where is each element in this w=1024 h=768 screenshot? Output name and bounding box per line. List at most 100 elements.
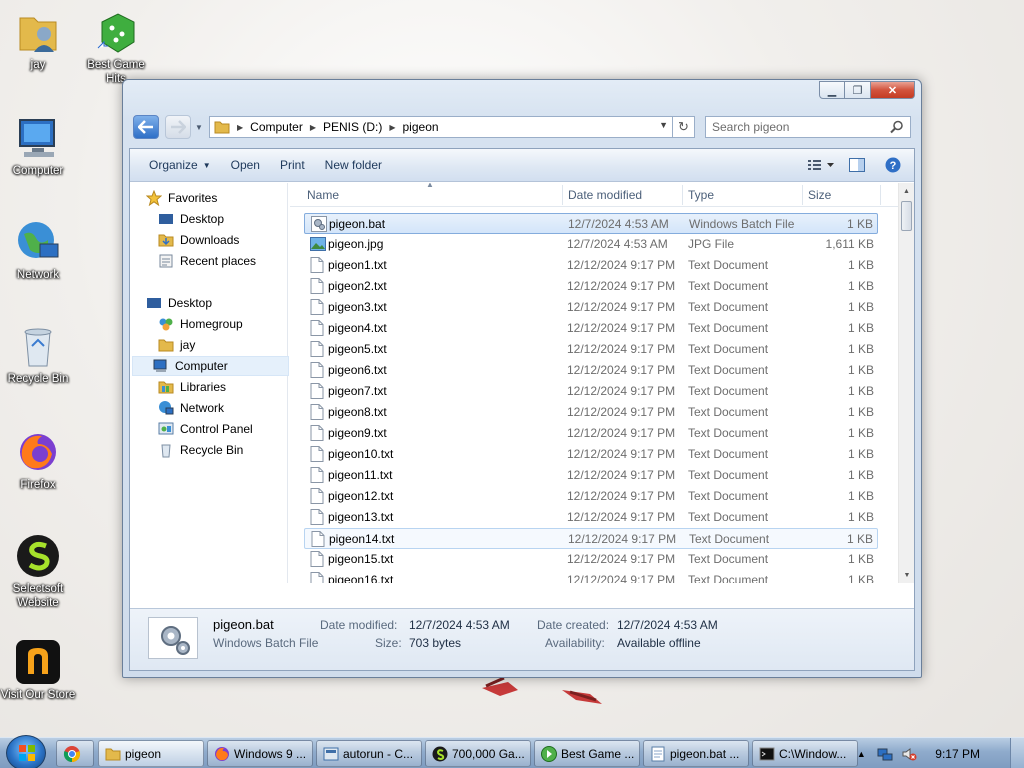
control-panel-icon: [158, 422, 174, 435]
file-row[interactable]: pigeon7.txt 12/12/2024 9:17 PM Text Docume…: [304, 381, 878, 402]
organize-button[interactable]: Organize ▼: [139, 153, 221, 177]
breadcrumb-computer[interactable]: Computer: [250, 120, 303, 134]
libraries-icon: [158, 381, 174, 394]
text-file-icon: [310, 446, 324, 462]
notepad-icon: [650, 746, 666, 762]
column-divider[interactable]: [682, 185, 683, 205]
network-tray-icon[interactable]: [877, 746, 893, 762]
file-row[interactable]: pigeon10.txt 12/12/2024 9:17 PM Text Docum…: [304, 444, 878, 465]
file-row[interactable]: pigeon1.txt 12/12/2024 9:17 PM Text Docume…: [304, 255, 878, 276]
address-bar[interactable]: ▶ Computer ▶ PENIS (D:) ▶ pigeon ▼: [209, 116, 673, 138]
start-button[interactable]: [6, 735, 46, 768]
computer-icon: [14, 114, 62, 162]
refresh-button[interactable]: ↻: [673, 116, 695, 138]
file-name: pigeon5.txt: [328, 342, 387, 356]
file-row[interactable]: pigeon3.txt 12/12/2024 9:17 PM Text Docume…: [304, 297, 878, 318]
file-row[interactable]: pigeon11.txt 12/12/2024 9:17 PM Text Docum…: [304, 465, 878, 486]
address-dropdown-icon[interactable]: ▼: [659, 120, 668, 130]
file-row[interactable]: pigeon6.txt 12/12/2024 9:17 PM Text Docume…: [304, 360, 878, 381]
file-size: 1 KB: [847, 468, 874, 482]
taskbar-button[interactable]: pigeon: [98, 740, 204, 767]
nav-favorites[interactable]: Favorites: [146, 188, 303, 208]
recent-pages-dropdown[interactable]: ▼: [195, 123, 207, 132]
file-row[interactable]: pigeon14.txt 12/12/2024 9:17 PM Text Docum…: [304, 528, 878, 549]
text-file-icon: [310, 509, 324, 525]
taskbar-button[interactable]: autorun - C...: [316, 740, 422, 767]
file-date-modified: 12/7/2024 4:53 AM: [567, 237, 668, 251]
clock[interactable]: 9:17 PM: [935, 747, 980, 761]
date-modified-value: 12/7/2024 4:53 AM: [409, 618, 510, 632]
column-divider[interactable]: [880, 185, 881, 205]
help-button[interactable]: ?: [880, 154, 906, 176]
taskbar-button[interactable]: C:\Window...: [752, 740, 858, 767]
file-size: 1 KB: [847, 300, 874, 314]
file-row[interactable]: pigeon12.txt 12/12/2024 9:17 PM Text Docum…: [304, 486, 878, 507]
file-row[interactable]: pigeon8.txt 12/12/2024 9:17 PM Text Docume…: [304, 402, 878, 423]
file-row[interactable]: pigeon.bat 12/7/2024 4:53 AM Windows Batch…: [304, 213, 878, 234]
column-header-date[interactable]: Date modified: [568, 188, 642, 202]
forward-button[interactable]: [165, 115, 191, 139]
show-desktop-button[interactable]: [1010, 738, 1024, 768]
nav-favorites-label: Favorites: [168, 191, 218, 205]
file-size: 1 KB: [847, 426, 874, 440]
volume-muted-icon[interactable]: [901, 746, 917, 762]
file-type: Text Document: [688, 384, 769, 398]
file-row[interactable]: pigeon.jpg 12/7/2024 4:53 AM JPG File 1,611…: [304, 234, 878, 255]
desktop-icon-firefox[interactable]: Firefox: [0, 428, 76, 492]
column-divider[interactable]: [802, 185, 803, 205]
taskbar-chrome-pin[interactable]: [56, 740, 94, 767]
desktop-icon-best-game-hits[interactable]: Best Game Hits: [78, 8, 154, 86]
show-hidden-icons-icon[interactable]: ▲: [853, 746, 869, 762]
column-header-name[interactable]: Name: [307, 188, 339, 202]
desktop-icon-recycle-bin[interactable]: Recycle Bin: [0, 322, 76, 386]
print-button[interactable]: Print: [270, 153, 315, 177]
taskbar-button[interactable]: Best Game ...: [534, 740, 640, 767]
scroll-up-icon[interactable]: ▲: [899, 183, 914, 199]
nav-desktop[interactable]: Desktop: [146, 293, 303, 313]
breadcrumb-drive[interactable]: PENIS (D:): [323, 120, 382, 134]
maximize-button[interactable]: ❐: [845, 81, 871, 99]
file-date-modified: 12/12/2024 9:17 PM: [567, 468, 676, 482]
date-created-value: 12/7/2024 4:53 AM: [617, 618, 718, 632]
scroll-thumb[interactable]: [901, 201, 912, 231]
desktop-icon-visit-our-store[interactable]: Visit Our Store: [0, 638, 76, 702]
file-row[interactable]: pigeon2.txt 12/12/2024 9:17 PM Text Docume…: [304, 276, 878, 297]
desktop-icon-jay[interactable]: jay: [0, 8, 76, 72]
taskbar-button[interactable]: 700,000 Ga...: [425, 740, 531, 767]
desktop-icon-network[interactable]: Network: [0, 218, 76, 282]
back-button[interactable]: [133, 115, 159, 139]
close-button[interactable]: ✕: [871, 81, 915, 99]
file-row[interactable]: pigeon16.txt 12/12/2024 9:17 PM Text Docum…: [304, 570, 878, 583]
vertical-scrollbar[interactable]: ▲ ▼: [898, 183, 914, 583]
new-folder-button[interactable]: New folder: [315, 153, 392, 177]
file-row[interactable]: pigeon4.txt 12/12/2024 9:17 PM Text Docume…: [304, 318, 878, 339]
column-header-size[interactable]: Size: [808, 188, 831, 202]
taskbar-button[interactable]: Windows 9 ...: [207, 740, 313, 767]
column-header-type[interactable]: Type: [688, 188, 714, 202]
nav-item-label: Control Panel: [180, 422, 253, 436]
breadcrumb-pigeon[interactable]: pigeon: [403, 120, 439, 134]
preview-pane-button[interactable]: [844, 154, 870, 176]
taskbar-button[interactable]: pigeon.bat ...: [643, 740, 749, 767]
details-pane: pigeon.bat Windows Batch File Date modif…: [130, 608, 914, 670]
file-name: pigeon2.txt: [328, 279, 387, 293]
search-input[interactable]: Search pigeon: [705, 116, 911, 138]
nav-item-label: Libraries: [180, 380, 227, 394]
cmd-icon: [759, 746, 775, 762]
file-type: Windows Batch File: [689, 217, 795, 231]
file-name: pigeon9.txt: [328, 426, 387, 440]
change-view-button[interactable]: [808, 154, 834, 176]
file-row[interactable]: pigeon5.txt 12/12/2024 9:17 PM Text Docume…: [304, 339, 878, 360]
nav-item-label: Network: [180, 401, 225, 415]
minimize-button[interactable]: ▁: [819, 81, 845, 99]
file-row[interactable]: pigeon13.txt 12/12/2024 9:17 PM Text Docum…: [304, 507, 878, 528]
file-row[interactable]: pigeon9.txt 12/12/2024 9:17 PM Text Docume…: [304, 423, 878, 444]
scroll-down-icon[interactable]: ▼: [899, 567, 915, 583]
desktop-icon-selectsoft-website[interactable]: Selectsoft Website: [0, 532, 76, 610]
file-name: pigeon4.txt: [328, 321, 387, 335]
open-button[interactable]: Open: [221, 153, 270, 177]
desktop-icon-computer[interactable]: Computer: [0, 114, 76, 178]
nav-computer[interactable]: Computer: [132, 356, 289, 376]
file-row[interactable]: pigeon15.txt 12/12/2024 9:17 PM Text Docum…: [304, 549, 878, 570]
column-divider[interactable]: [562, 185, 563, 205]
